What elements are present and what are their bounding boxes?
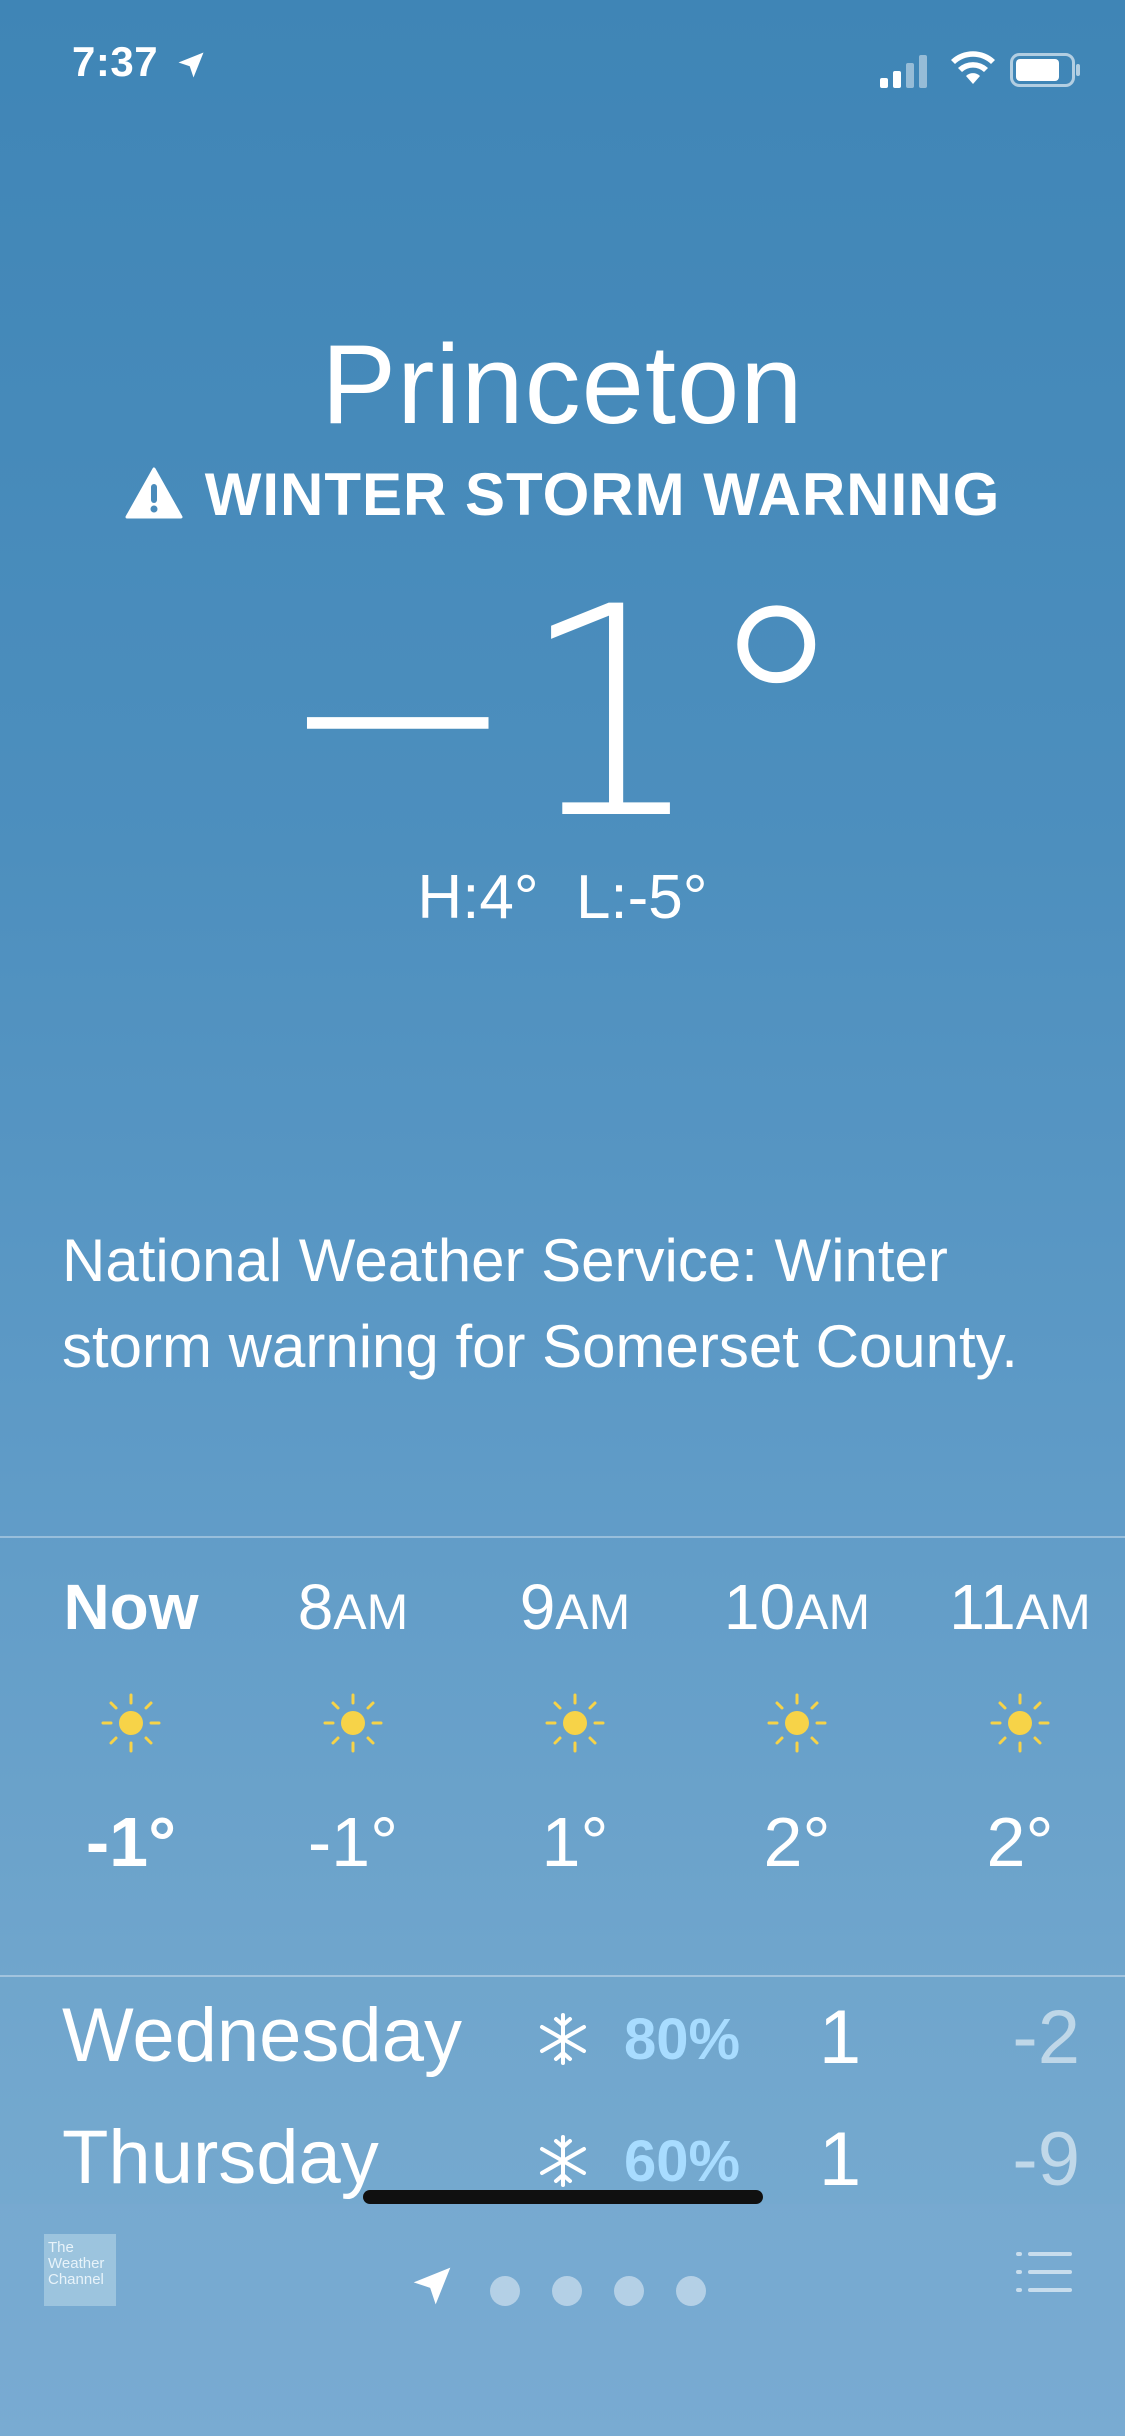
warning-label: WINTER STORM WARNING bbox=[204, 461, 1001, 528]
sun-icon bbox=[545, 1693, 605, 1753]
weather-warning[interactable]: WINTER STORM WARNING bbox=[0, 460, 1125, 529]
battery-icon bbox=[1010, 53, 1080, 87]
daily-forecast[interactable]: Wednesday 80% 1 -2 Thursday 60% 1 -9 bbox=[0, 1980, 1125, 2202]
page-dot[interactable] bbox=[676, 2276, 706, 2306]
divider bbox=[0, 1536, 1125, 1538]
hour-temperature: -1° bbox=[307, 1803, 399, 1881]
home-indicator[interactable] bbox=[363, 2190, 763, 2204]
hour-column: 10AM 2° bbox=[697, 1570, 897, 1882]
location-arrow-icon bbox=[413, 2267, 451, 2305]
list-icon[interactable] bbox=[1016, 2248, 1072, 2296]
day-high: 1 bbox=[818, 2117, 862, 2202]
bottom-toolbar: The Weather Channel bbox=[0, 2204, 1125, 2436]
alert-text[interactable]: National Weather Service: Winter storm w… bbox=[62, 1218, 1062, 1390]
day-name: Thursday bbox=[62, 2115, 379, 2200]
snowflake-icon bbox=[540, 2135, 586, 2187]
hour-column: 9AM 1° bbox=[475, 1570, 675, 1882]
sun-icon bbox=[767, 1693, 827, 1753]
hour-label: 11AM bbox=[949, 1571, 1091, 1643]
status-time: 7:37 bbox=[72, 38, 159, 85]
current-temperature: −1° bbox=[276, 546, 849, 883]
day-low: -2 bbox=[1012, 1995, 1080, 2080]
hourly-forecast[interactable]: Now -1° 8AM -1° 9AM 1° 10AM 2° 11AM 2° bbox=[0, 1540, 1125, 1975]
high-temperature: H:4° bbox=[417, 863, 539, 932]
page-dot[interactable] bbox=[552, 2276, 582, 2306]
weather-channel-logo[interactable]: The Weather Channel bbox=[44, 2234, 116, 2306]
hour-label: 8AM bbox=[297, 1571, 409, 1643]
hour-temperature: 2° bbox=[986, 1803, 1054, 1881]
wifi-icon bbox=[951, 51, 995, 84]
hour-label: Now bbox=[63, 1571, 199, 1643]
daily-row[interactable]: Wednesday 80% 1 -2 bbox=[0, 1980, 1125, 2090]
snowflake-icon bbox=[540, 2013, 586, 2065]
page-indicator[interactable] bbox=[410, 2264, 730, 2314]
hour-temperature: -1° bbox=[85, 1803, 177, 1881]
hour-column: Now -1° bbox=[31, 1570, 231, 1882]
hour-temperature: 2° bbox=[763, 1803, 831, 1881]
hour-column: 8AM -1° bbox=[253, 1570, 453, 1882]
day-low: -9 bbox=[1012, 2117, 1080, 2202]
page-dot[interactable] bbox=[614, 2276, 644, 2306]
location-services-icon bbox=[178, 52, 204, 78]
precipitation-chance: 60% bbox=[624, 2129, 741, 2194]
high-low: H:4° L:-5° bbox=[0, 862, 1125, 933]
day-high: 1 bbox=[818, 1995, 862, 2080]
day-name: Wednesday bbox=[62, 1993, 462, 2078]
hour-column: 11AM 2° bbox=[920, 1570, 1120, 1882]
sun-icon bbox=[323, 1693, 383, 1753]
hour-label: 9AM bbox=[519, 1571, 631, 1643]
status-bar: 7:37 bbox=[0, 0, 1125, 140]
precipitation-chance: 80% bbox=[624, 2007, 741, 2072]
sun-icon bbox=[101, 1693, 161, 1753]
daily-row[interactable]: Thursday 60% 1 -9 bbox=[0, 2102, 1125, 2202]
low-temperature: L:-5° bbox=[575, 863, 708, 932]
divider bbox=[0, 1975, 1125, 1977]
page-dot[interactable] bbox=[490, 2276, 520, 2306]
sun-icon bbox=[990, 1693, 1050, 1753]
warning-icon bbox=[125, 467, 183, 519]
hour-temperature: 1° bbox=[541, 1803, 609, 1881]
city-name: Princeton bbox=[321, 322, 804, 447]
cellular-signal-icon bbox=[880, 55, 927, 88]
hour-label: 10AM bbox=[723, 1571, 871, 1643]
